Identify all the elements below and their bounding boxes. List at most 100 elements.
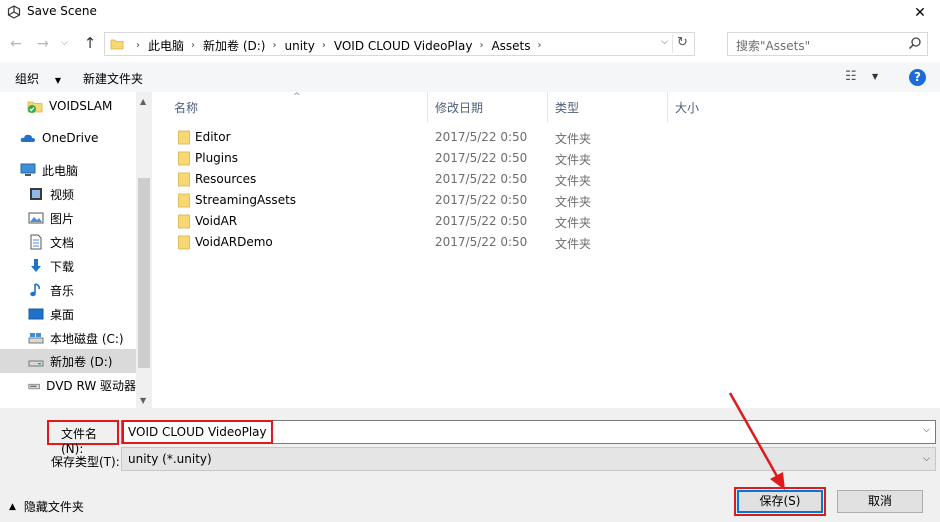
column-header-type[interactable]: 类型 [548, 92, 668, 122]
column-label: 类型 [555, 100, 580, 115]
organize-label: 组织 [15, 72, 40, 86]
sidebar-item-this-pc[interactable]: 此电脑 [0, 158, 136, 182]
file-type: 文件夹 [555, 174, 592, 188]
file-type: 文件夹 [555, 153, 592, 167]
breadcrumb-separator[interactable]: › [191, 40, 195, 51]
filename-value[interactable]: VOID CLOUD VideoPlay [122, 420, 273, 444]
up-button[interactable]: ↑ [80, 34, 100, 52]
filename-field[interactable]: VOID CLOUD VideoPlay ⌵ [121, 420, 936, 444]
sidebar-item-label: 桌面 [50, 307, 75, 322]
breadcrumb-this-pc[interactable]: 此电脑 [148, 37, 184, 54]
new-folder-button[interactable]: 新建文件夹 [83, 70, 143, 87]
folder-icon [178, 172, 190, 187]
back-button[interactable]: ← [6, 36, 26, 52]
command-bar: 组织 ▼ 新建文件夹 ☷ ▼ ? [0, 62, 940, 92]
scroll-up-icon[interactable]: ▲ [140, 97, 146, 106]
file-name: VoidAR [195, 214, 238, 228]
file-date: 2017/5/22 0:50 [435, 193, 528, 207]
list-item[interactable]: Plugins 2017/5/22 0:50 文件夹 [170, 148, 930, 169]
sidebar-item-downloads[interactable]: 下载 [0, 254, 136, 278]
file-date: 2017/5/22 0:50 [435, 151, 528, 165]
search-icon[interactable] [908, 36, 922, 50]
close-icon: ✕ [914, 5, 926, 21]
sidebar-item-pictures[interactable]: 图片 [0, 206, 136, 230]
folder-icon [178, 235, 190, 250]
column-label: 名称 [174, 100, 199, 115]
sidebar-item-dvd[interactable]: DVD RW 驱动器 [0, 373, 136, 397]
sidebar-item-label: 视频 [50, 187, 75, 202]
drive-icon [28, 360, 44, 367]
folder-icon [178, 193, 190, 208]
filetype-label: 保存类型(T): [51, 455, 120, 469]
search-input[interactable]: 搜索"Assets" [727, 32, 928, 56]
help-icon[interactable]: ? [909, 69, 926, 86]
sidebar-item-onedrive[interactable]: OneDrive [0, 126, 136, 150]
sidebar-item-label: 图片 [50, 211, 75, 226]
sidebar-item-label: 文档 [50, 235, 75, 250]
drive-icon [28, 333, 44, 344]
list-item[interactable]: Editor 2017/5/22 0:50 文件夹 [170, 127, 930, 148]
folder-icon [110, 39, 124, 50]
sidebar-item-label: OneDrive [42, 131, 99, 145]
sidebar-item-drive-c[interactable]: 本地磁盘 (C:) [0, 326, 136, 350]
sidebar-item-drive-d[interactable]: 新加卷 (D:) [0, 349, 136, 373]
documents-icon [30, 234, 42, 250]
sidebar-item-music[interactable]: 音乐 [0, 278, 136, 302]
filename-label: 文件名(N): [47, 420, 119, 456]
breadcrumb-separator[interactable]: › [272, 40, 276, 51]
sidebar-item-desktop[interactable]: 桌面 [0, 302, 136, 326]
column-header-date[interactable]: 修改日期 [428, 92, 548, 122]
scrollbar-thumb[interactable] [138, 178, 150, 368]
file-date: 2017/5/22 0:50 [435, 130, 528, 144]
folder-icon [178, 151, 190, 166]
save-button[interactable]: 保存(S) [737, 490, 823, 513]
hide-folders-button[interactable]: ▲ 隐藏文件夹 [9, 498, 84, 515]
breadcrumb-project[interactable]: VOID CLOUD VideoPlay [334, 39, 473, 53]
column-label: 大小 [675, 100, 700, 115]
breadcrumb-separator[interactable]: › [479, 40, 483, 51]
view-options-icon[interactable]: ☷ [845, 69, 857, 84]
chevron-down-icon[interactable]: ▼ [872, 72, 878, 81]
chevron-down-icon: ▼ [54, 76, 61, 85]
sidebar-item-documents[interactable]: 文档 [0, 230, 136, 254]
file-date: 2017/5/22 0:50 [435, 172, 528, 186]
folder-icon [178, 214, 190, 229]
list-item[interactable]: VoidAR 2017/5/22 0:50 文件夹 [170, 211, 930, 232]
file-type: 文件夹 [555, 132, 592, 146]
breadcrumb-assets[interactable]: Assets [491, 39, 530, 53]
close-button[interactable]: ✕ [900, 0, 940, 26]
organize-button[interactable]: 组织 ▼ [15, 70, 61, 87]
breadcrumb-separator[interactable]: › [322, 40, 326, 51]
chevron-up-icon: ▲ [9, 501, 16, 512]
forward-button[interactable]: → [33, 36, 53, 52]
file-list: 名称 ^ 修改日期 类型 大小 Editor 2017/5/22 0:50 文件… [152, 92, 940, 408]
sidebar-scrollbar[interactable]: ▲ ▼ [136, 92, 152, 408]
recent-locations-chevron-icon[interactable]: ⌵ [61, 38, 68, 48]
refresh-icon[interactable]: ↻ [672, 35, 692, 53]
sort-ascending-icon: ^ [293, 92, 301, 102]
hide-folders-label: 隐藏文件夹 [23, 500, 84, 514]
cancel-button[interactable]: 取消 [837, 490, 923, 513]
address-dropdown-icon[interactable]: ⌵ [661, 37, 668, 47]
breadcrumb-drive-d[interactable]: 新加卷 (D:) [203, 37, 265, 54]
list-item[interactable]: Resources 2017/5/22 0:50 文件夹 [170, 169, 930, 190]
sidebar-item-voidslam[interactable]: VOIDSLAM [0, 94, 136, 118]
file-type: 文件夹 [555, 237, 592, 251]
address-bar[interactable]: › 此电脑 › 新加卷 (D:) › unity › VOID CLOUD Vi… [104, 32, 695, 56]
column-header-size[interactable]: 大小 [668, 92, 788, 122]
scroll-down-icon[interactable]: ▼ [140, 396, 146, 405]
window-title: Save Scene [27, 4, 97, 18]
sidebar-item-videos[interactable]: 视频 [0, 182, 136, 206]
list-item[interactable]: VoidARDemo 2017/5/22 0:50 文件夹 [170, 232, 930, 253]
list-item[interactable]: StreamingAssets 2017/5/22 0:50 文件夹 [170, 190, 930, 211]
dvd-icon [28, 383, 40, 390]
chevron-down-icon[interactable]: ⌵ [923, 454, 930, 464]
unity-logo-icon [7, 5, 21, 19]
breadcrumb-unity[interactable]: unity [284, 39, 314, 53]
breadcrumb-separator[interactable]: › [538, 40, 542, 51]
computer-icon [20, 163, 36, 176]
file-name: StreamingAssets [195, 193, 297, 207]
chevron-down-icon[interactable]: ⌵ [923, 425, 930, 435]
column-header-name[interactable]: 名称 ^ [152, 92, 428, 122]
filetype-select[interactable]: unity (*.unity) ⌵ [121, 447, 936, 471]
